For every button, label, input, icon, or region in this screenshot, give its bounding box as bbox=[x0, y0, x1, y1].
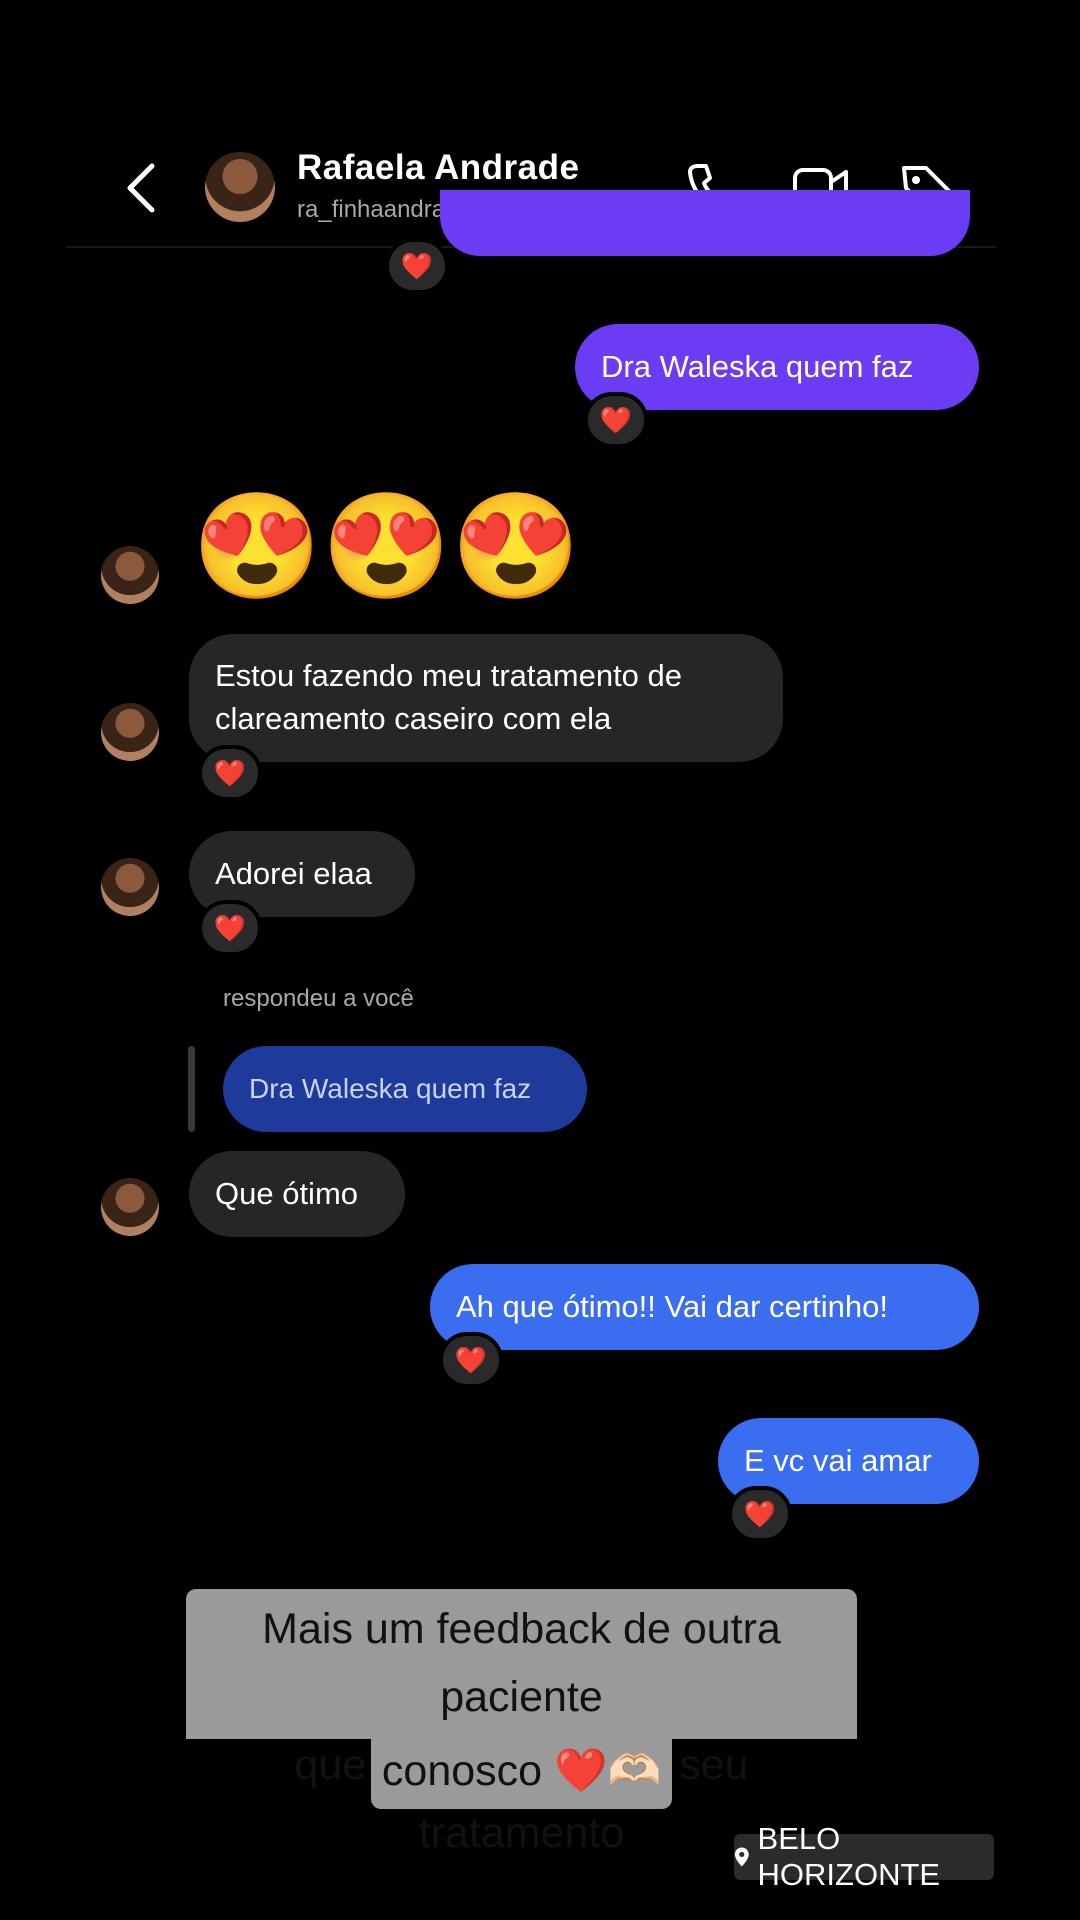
contact-name[interactable]: Rafaela Andrade bbox=[297, 148, 579, 188]
avatar[interactable] bbox=[101, 1178, 159, 1236]
avatar[interactable] bbox=[101, 703, 159, 761]
avatar[interactable] bbox=[101, 546, 159, 604]
reaction-heart[interactable]: ❤️ bbox=[198, 900, 262, 956]
message-text: Estou fazendo meu tratamento de bbox=[215, 658, 683, 693]
quoted-message[interactable]: Dra Waleska quem faz bbox=[223, 1046, 587, 1132]
message-bubble-outgoing[interactable]: Ah que ótimo!! Vai dar certinho! bbox=[430, 1264, 979, 1350]
message-emoji[interactable]: 😍😍😍 bbox=[192, 492, 580, 602]
chevron-left-icon bbox=[127, 163, 155, 213]
reaction-heart[interactable]: ❤️ bbox=[439, 1332, 503, 1388]
reaction-heart[interactable]: ❤️ bbox=[728, 1486, 792, 1542]
location-label: BELO HORIZONTE bbox=[757, 1821, 941, 1892]
reaction-heart[interactable]: ❤️ bbox=[385, 238, 449, 294]
quote-bar bbox=[188, 1046, 195, 1132]
message-bubble-incoming[interactable]: Estou fazendo meu tratamento de clareame… bbox=[189, 634, 783, 762]
avatar[interactable] bbox=[101, 858, 159, 916]
reply-label: respondeu a você bbox=[223, 985, 414, 1012]
message-text: clareamento caseiro com ela bbox=[215, 701, 612, 736]
caption-line: conosco ❤️🫶🏻 bbox=[371, 1739, 672, 1809]
avatar[interactable] bbox=[205, 152, 275, 222]
message-bubble-incoming[interactable]: Que ótimo bbox=[189, 1151, 405, 1237]
location-sticker[interactable]: BELO HORIZONTE bbox=[734, 1821, 994, 1892]
message-bubble-partial[interactable] bbox=[440, 190, 970, 256]
back-button[interactable] bbox=[122, 160, 162, 216]
reaction-heart[interactable]: ❤️ bbox=[584, 392, 648, 448]
location-pin-icon bbox=[734, 1847, 749, 1867]
caption-line: Mais um feedback de outra paciente bbox=[262, 1605, 781, 1721]
reaction-heart[interactable]: ❤️ bbox=[198, 745, 262, 801]
story-caption: Mais um feedback de outra paciente que a… bbox=[186, 1589, 857, 1857]
